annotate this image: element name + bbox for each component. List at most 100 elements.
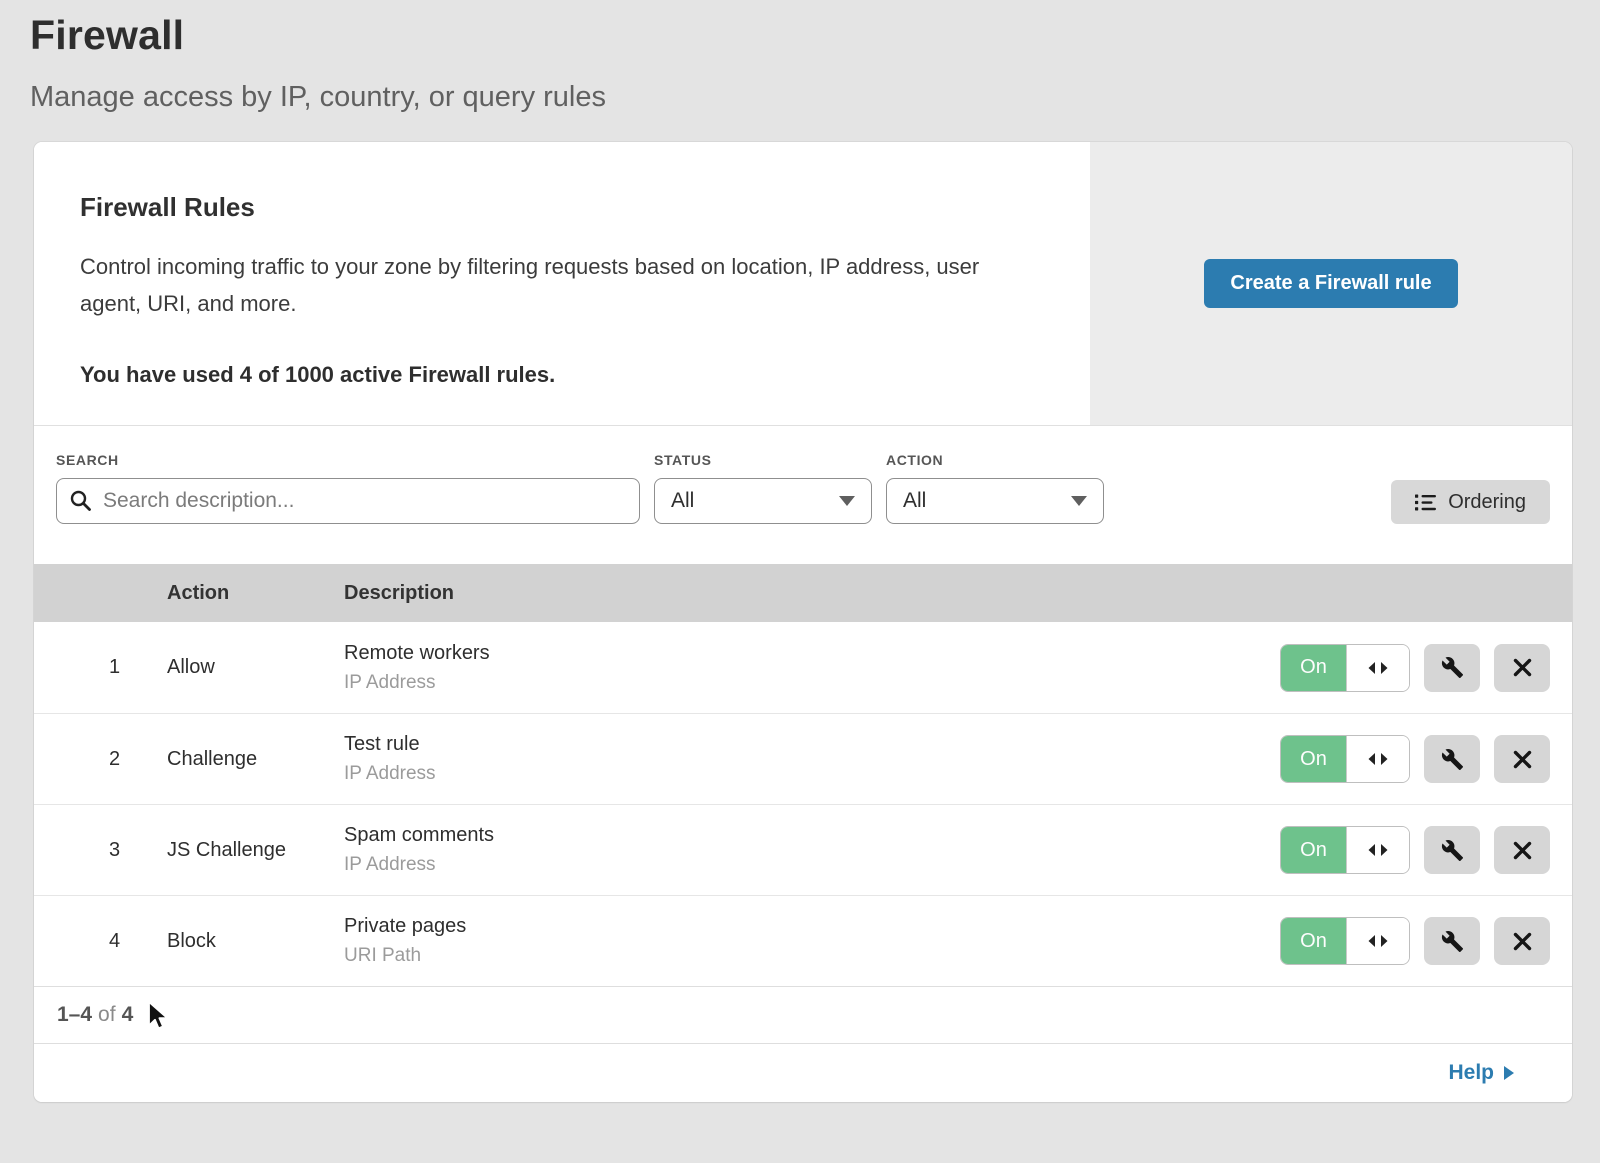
wrench-icon: [1441, 748, 1464, 771]
pagination-of-label: of: [98, 1003, 116, 1027]
rule-enabled-toggle[interactable]: On: [1280, 826, 1410, 874]
firewall-rules-panel: Firewall Rules Control incoming traffic …: [34, 142, 1572, 426]
toggle-on-label: On: [1281, 736, 1346, 782]
help-arrow-icon: [1504, 1066, 1514, 1080]
page-header: Firewall Manage access by IP, country, o…: [0, 0, 1600, 114]
firewall-card: Firewall Rules Control incoming traffic …: [34, 142, 1572, 1102]
chevron-down-icon: [1071, 496, 1087, 506]
action-filter-group: ACTION All: [886, 452, 1104, 524]
help-link[interactable]: Help: [1448, 1061, 1514, 1085]
rule-match-type: IP Address: [344, 854, 1280, 876]
rule-action: Block: [167, 930, 344, 953]
table-row: 4 Block Private pages URI Path On: [34, 895, 1572, 986]
search-wrap: [56, 478, 640, 524]
create-rule-panel: Create a Firewall rule: [1090, 142, 1572, 425]
status-select-value: All: [671, 489, 694, 513]
chevron-down-icon: [839, 496, 855, 506]
help-bar: Help: [34, 1043, 1572, 1102]
rules-table-body: 1 Allow Remote workers IP Address On: [34, 622, 1572, 986]
rule-description: Remote workers IP Address: [344, 642, 1280, 694]
edit-rule-button[interactable]: [1424, 917, 1480, 965]
wrench-icon: [1441, 656, 1464, 679]
close-icon: [1513, 932, 1532, 951]
rule-action: Allow: [167, 656, 344, 679]
search-icon: [69, 489, 93, 518]
rule-action: Challenge: [167, 748, 344, 771]
status-filter-group: STATUS All: [654, 452, 872, 524]
rule-match-type: IP Address: [344, 763, 1280, 785]
search-input[interactable]: [56, 478, 640, 524]
ordering-list-icon: [1415, 494, 1436, 511]
delete-rule-button[interactable]: [1494, 735, 1550, 783]
rule-title: Private pages: [344, 915, 1280, 938]
rule-title: Remote workers: [344, 642, 1280, 665]
rule-controls: On: [1280, 735, 1572, 783]
panel-heading: Firewall Rules: [80, 192, 1030, 223]
drag-handle-arrows-icon: [1367, 934, 1389, 948]
toggle-handle[interactable]: [1346, 827, 1409, 873]
rule-controls: On: [1280, 917, 1572, 965]
page-subtitle: Manage access by IP, country, or query r…: [30, 81, 1600, 114]
toggle-on-label: On: [1281, 645, 1346, 691]
table-row: 1 Allow Remote workers IP Address On: [34, 622, 1572, 713]
rule-description: Test rule IP Address: [344, 733, 1280, 785]
edit-rule-button[interactable]: [1424, 644, 1480, 692]
drag-handle-arrows-icon: [1367, 752, 1389, 766]
rule-priority: 3: [34, 839, 167, 862]
rule-enabled-toggle[interactable]: On: [1280, 735, 1410, 783]
wrench-icon: [1441, 930, 1464, 953]
help-link-label: Help: [1448, 1061, 1494, 1085]
panel-description: Control incoming traffic to your zone by…: [80, 249, 1030, 322]
rule-priority: 1: [34, 656, 167, 679]
action-label: ACTION: [886, 452, 1104, 468]
rule-controls: On: [1280, 644, 1572, 692]
search-label: SEARCH: [56, 452, 640, 468]
rule-enabled-toggle[interactable]: On: [1280, 644, 1410, 692]
panel-usage: You have used 4 of 1000 active Firewall …: [80, 362, 1030, 388]
table-header: Action Description: [34, 564, 1572, 622]
delete-rule-button[interactable]: [1494, 826, 1550, 874]
toggle-on-label: On: [1281, 918, 1346, 964]
wrench-icon: [1441, 839, 1464, 862]
rule-enabled-toggle[interactable]: On: [1280, 917, 1410, 965]
toggle-on-label: On: [1281, 827, 1346, 873]
table-row: 2 Challenge Test rule IP Address On: [34, 713, 1572, 804]
table-row: 3 JS Challenge Spam comments IP Address …: [34, 804, 1572, 895]
toggle-handle[interactable]: [1346, 736, 1409, 782]
edit-rule-button[interactable]: [1424, 826, 1480, 874]
rule-priority: 4: [34, 930, 167, 953]
pagination-total: 4: [122, 1003, 134, 1027]
delete-rule-button[interactable]: [1494, 644, 1550, 692]
column-description: Description: [344, 582, 1572, 605]
edit-rule-button[interactable]: [1424, 735, 1480, 783]
create-firewall-rule-button[interactable]: Create a Firewall rule: [1204, 259, 1457, 308]
toggle-handle[interactable]: [1346, 645, 1409, 691]
delete-rule-button[interactable]: [1494, 917, 1550, 965]
filters-bar: SEARCH STATUS All ACTION All: [34, 426, 1572, 564]
page-title: Firewall: [30, 12, 1600, 59]
rule-match-type: URI Path: [344, 945, 1280, 967]
search-filter-group: SEARCH: [56, 452, 640, 524]
column-action: Action: [167, 582, 344, 605]
close-icon: [1513, 658, 1532, 677]
rule-description: Private pages URI Path: [344, 915, 1280, 967]
rule-match-type: IP Address: [344, 672, 1280, 694]
rule-controls: On: [1280, 826, 1572, 874]
close-icon: [1513, 750, 1532, 769]
drag-handle-arrows-icon: [1367, 661, 1389, 675]
pagination-range: 1–4: [57, 1003, 92, 1027]
ordering-button[interactable]: Ordering: [1391, 480, 1550, 524]
firewall-rules-info: Firewall Rules Control incoming traffic …: [34, 142, 1090, 425]
action-select[interactable]: All: [886, 478, 1104, 524]
status-select[interactable]: All: [654, 478, 872, 524]
rule-title: Test rule: [344, 733, 1280, 756]
rule-action: JS Challenge: [167, 839, 344, 862]
rule-priority: 2: [34, 748, 167, 771]
drag-handle-arrows-icon: [1367, 843, 1389, 857]
rule-description: Spam comments IP Address: [344, 824, 1280, 876]
pagination-bar: 1–4 of 4: [34, 986, 1572, 1043]
action-select-value: All: [903, 489, 926, 513]
toggle-handle[interactable]: [1346, 918, 1409, 964]
status-label: STATUS: [654, 452, 872, 468]
rule-title: Spam comments: [344, 824, 1280, 847]
